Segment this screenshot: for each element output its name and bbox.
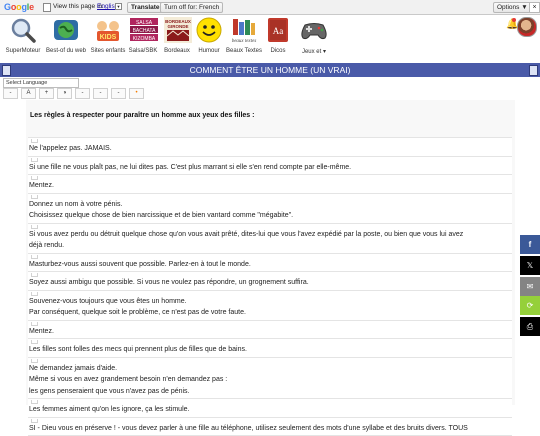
page-title-bar: COMMENT ÊTRE UN HOMME (UN VRAI) xyxy=(0,63,540,77)
rules-list: Ne l'appelez pas. JAMAIS. Si une fille ne… xyxy=(28,137,512,436)
chevron-down-icon[interactable]: ▼ xyxy=(115,3,122,10)
nav-item-supermoteur[interactable]: SuperMoteur xyxy=(3,17,43,61)
list-item-text: Si une fille ne vous plaît pas, ne lui d… xyxy=(29,162,512,174)
list-item-text: déjà rendu. xyxy=(29,240,512,252)
svg-text:BACHATA: BACHATA xyxy=(133,28,157,34)
tool-button[interactable]: - xyxy=(111,88,126,99)
list-item-text: Masturbez-vous aussi souvent que possibl… xyxy=(29,259,512,271)
list-item-text: Mentez. xyxy=(29,326,512,338)
list-item-text: Souvenez-vous toujours que vous êtes un … xyxy=(29,296,512,308)
icon-nav: SuperMoteur Best-of du web KIDS Sites en… xyxy=(0,15,540,61)
list-item: Les femmes aiment qu'on les ignore, ça l… xyxy=(28,399,512,418)
print-button[interactable]: ⎙ xyxy=(520,317,540,336)
nav-label: Jeux et ▾ xyxy=(296,48,332,55)
tool-button[interactable]: • xyxy=(129,88,144,99)
list-item: Si une fille ne vous plaît pas, ne lui d… xyxy=(28,157,512,176)
nav-item-salsa-sbk[interactable]: SALSA BACHATA KIZOMBA Salsa/SBK xyxy=(128,17,158,61)
gamepad-icon xyxy=(299,17,329,43)
nav-item-best-of-du-web[interactable]: Best-of du web xyxy=(45,17,87,61)
list-item-text: Les filles sont folles des mecs qui pren… xyxy=(29,344,512,356)
page-title: COMMENT ÊTRE UN HOMME (UN VRAI) xyxy=(190,65,351,75)
facebook-share-button[interactable]: f xyxy=(520,235,540,254)
nav-label: Sites enfants xyxy=(89,48,127,54)
translate-icon xyxy=(43,3,51,12)
font-increase-button[interactable]: + xyxy=(39,88,54,99)
svg-text:KIDS: KIDS xyxy=(100,34,117,41)
list-item-text: Mentez. xyxy=(29,180,512,192)
dictionary-icon: Aa xyxy=(266,17,290,43)
nav-label: Best-of du web xyxy=(45,48,87,54)
contrast-button[interactable]: ◑ xyxy=(57,88,72,99)
salsa-icon: SALSA BACHATA KIZOMBA xyxy=(130,17,156,43)
list-item: Souvenez-vous toujours que vous êtes un … xyxy=(28,291,512,321)
nav-label: Salsa/SBK xyxy=(128,48,158,54)
text-tools: -A+◑---• xyxy=(3,88,147,98)
list-item: Donnez un nom à votre pénis.Choisissez q… xyxy=(28,194,512,224)
list-item: Si vous avez perdu ou détruit quelque ch… xyxy=(28,224,512,254)
options-button[interactable]: Options ▼ xyxy=(493,2,532,13)
notification-dot xyxy=(512,18,516,22)
nav-item-dicos[interactable]: Aa Dicos xyxy=(266,17,290,61)
books-icon: beaux textes xyxy=(229,17,259,43)
list-item: Mentez. xyxy=(28,321,512,340)
intro-heading: Les règles à respecter pour paraître un … xyxy=(30,112,254,119)
share-button[interactable]: ⟳ xyxy=(520,296,540,315)
bordeaux-icon: BORDEAUXGIRONDE xyxy=(164,17,190,43)
tool-button[interactable]: - xyxy=(75,88,90,99)
nav-item-sites-enfants[interactable]: KIDS Sites enfants xyxy=(89,17,127,61)
nav-label: Beaux Textes xyxy=(225,48,263,54)
magnifier-icon xyxy=(10,17,36,43)
svg-text:SALSA: SALSA xyxy=(136,20,153,26)
translate-button[interactable]: Translate xyxy=(127,2,164,13)
list-item-text: Si vous avez perdu ou détruit quelque ch… xyxy=(29,229,512,241)
list-item: Ne l'appelez pas. JAMAIS. xyxy=(28,138,512,157)
nav-item-jeux[interactable]: Jeux et ▾ xyxy=(296,17,332,61)
list-item-text: Les femmes aiment qu'on les ignore, ça l… xyxy=(29,404,512,416)
svg-text:Aa: Aa xyxy=(273,26,284,36)
x-share-button[interactable]: 𝕏 xyxy=(520,256,540,275)
list-item-text: Donnez un nom à votre pénis. xyxy=(29,199,512,211)
turn-off-button[interactable]: Turn off for: French xyxy=(160,2,223,13)
page-icon xyxy=(2,65,11,76)
smiley-icon xyxy=(196,17,222,43)
list-item-text: Ne l'appelez pas. JAMAIS. xyxy=(29,143,512,155)
nav-label: Bordeaux xyxy=(160,48,194,54)
list-item: Masturbez-vous aussi souvent que possibl… xyxy=(28,254,512,273)
list-item: SI - Dieu vous en préserve ! - vous deve… xyxy=(28,418,512,436)
list-item-text: SI - Dieu vous en préserve ! - vous deve… xyxy=(29,423,512,435)
font-reset-button[interactable]: A xyxy=(21,88,36,99)
email-share-button[interactable]: ✉ xyxy=(520,277,540,296)
avatar[interactable] xyxy=(517,17,537,37)
list-item: Ne demandez jamais d'aide.Même si vous e… xyxy=(28,358,512,400)
svg-text:beaux textes: beaux textes xyxy=(232,39,257,43)
nav-item-beaux-textes[interactable]: beaux textes Beaux Textes xyxy=(225,17,263,61)
svg-text:GIRONDE: GIRONDE xyxy=(167,24,188,29)
list-item-text: Par conséquent, quelque soit le problème… xyxy=(29,307,512,319)
nav-label: Humour xyxy=(195,48,223,54)
list-item: Les filles sont folles des mecs qui pren… xyxy=(28,339,512,358)
list-item-text: Ne demandez jamais d'aide. xyxy=(29,363,512,375)
main-content: Les règles à respecter pour paraître un … xyxy=(26,100,515,405)
kids-icon: KIDS xyxy=(95,17,121,43)
list-item: Mentez. xyxy=(28,175,512,194)
tool-button[interactable]: - xyxy=(93,88,108,99)
nav-label: SuperMoteur xyxy=(3,48,43,54)
svg-text:KIZOMBA: KIZOMBA xyxy=(133,36,156,42)
page-icon xyxy=(529,65,538,76)
tool-button[interactable]: - xyxy=(3,88,18,99)
list-item-text: Choisissez quelque chose de bien narciss… xyxy=(29,210,512,222)
list-item-text: Soyez aussi ambigu que possible. Si vous… xyxy=(29,277,512,289)
nav-label: Dicos xyxy=(266,48,290,54)
list-item-text: Même si vous en avez grandement besoin n… xyxy=(29,374,512,386)
list-item: Soyez aussi ambigu que possible. Si vous… xyxy=(28,272,512,291)
globe-icon xyxy=(53,17,79,43)
close-icon[interactable]: × xyxy=(529,2,540,13)
google-logo: Google xyxy=(4,2,34,12)
language-select[interactable]: Select Language xyxy=(3,78,79,88)
list-item-text: les gens penseraient que vous n'avez pas… xyxy=(29,386,512,398)
nav-item-bordeaux[interactable]: BORDEAUXGIRONDE Bordeaux xyxy=(160,17,194,61)
user-area: 🔔 xyxy=(506,17,536,37)
nav-item-humour[interactable]: Humour xyxy=(195,17,223,61)
translate-bar: Google View this page in: English ▼ Tran… xyxy=(0,0,540,15)
